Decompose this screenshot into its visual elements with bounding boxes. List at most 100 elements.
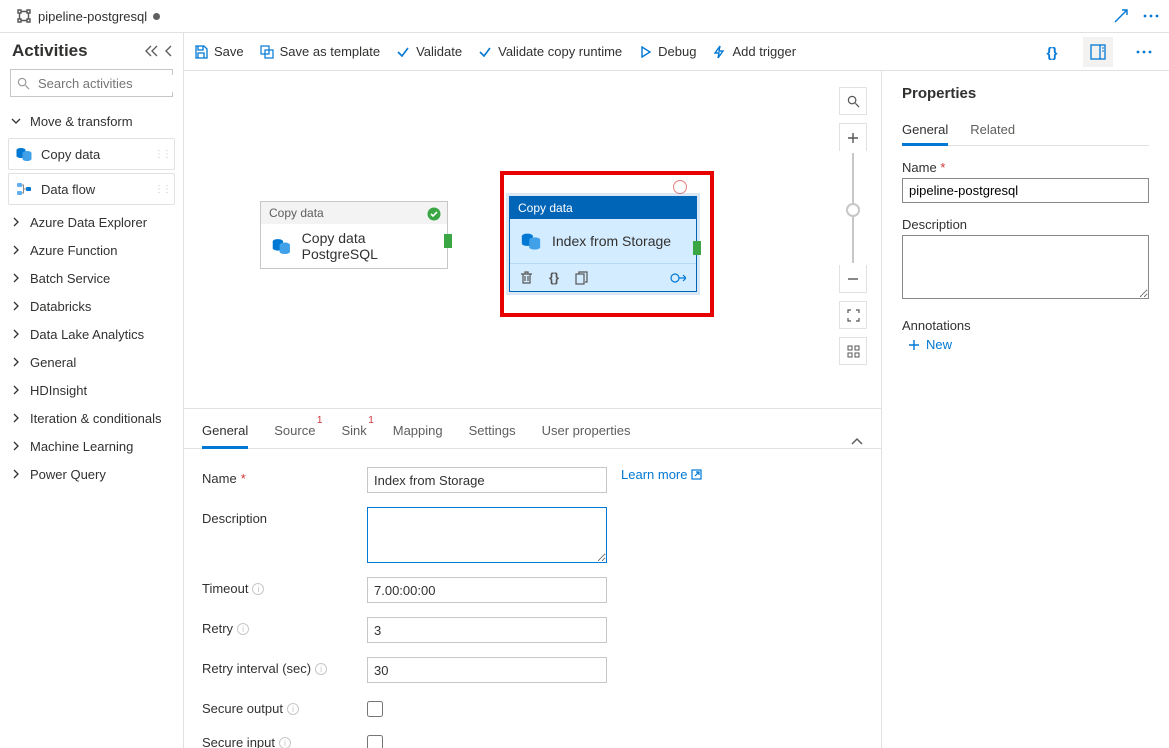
grip-icon: ⋮⋮ [154,149,170,160]
secure-output-checkbox[interactable] [367,701,383,717]
field-label-secure-out: Secure output [202,701,283,716]
cat-move-transform[interactable]: Move & transform [0,107,183,135]
field-label-name: Name [202,471,237,486]
tab-general[interactable]: General [202,415,248,448]
properties-title: Properties [902,85,1149,102]
new-annotation-button[interactable]: New [902,337,1149,352]
cat-batch-service[interactable]: Batch Service [0,264,183,292]
prop-tab-related[interactable]: Related [970,118,1015,145]
tab-mapping[interactable]: Mapping [393,415,443,448]
chevron-right-icon [10,356,22,368]
cat-databricks[interactable]: Databricks [0,292,183,320]
node-type-label: Copy data [261,202,447,224]
canvas-search-icon[interactable] [839,87,867,115]
file-tab-pipeline[interactable]: pipeline-postgresql [8,0,168,32]
cat-azure-data-explorer[interactable]: Azure Data Explorer [0,208,183,236]
validate-button[interactable]: Validate [396,44,462,59]
retry-input[interactable] [367,617,607,643]
chevron-down-icon [10,115,22,127]
zoom-out-icon[interactable] [839,265,867,293]
dirty-dot-icon [153,13,160,20]
details-tabs: General Source1 Sink1 Mapping Settings U… [184,409,881,449]
tab-sink[interactable]: Sink1 [341,415,366,448]
node-copy-postgresql[interactable]: Copy data Copy data PostgreSQL [260,201,448,269]
activity-description-input[interactable] [367,507,607,563]
field-label-retry: Retry [202,621,233,636]
delete-icon[interactable] [520,271,533,285]
pipeline-name-input[interactable] [902,178,1149,203]
save-template-button[interactable]: Save as template [260,44,380,59]
chevron-right-icon [10,384,22,396]
cat-iteration[interactable]: Iteration & conditionals [0,404,183,432]
json-view-icon[interactable]: {} [1037,37,1067,67]
properties-toggle-icon[interactable] [1083,37,1113,67]
activity-name-input[interactable] [367,467,607,493]
output-port[interactable] [444,234,452,248]
data-flow-icon [15,180,33,198]
info-icon[interactable]: i [252,583,264,595]
properties-panel: Properties General Related Name * Descri… [881,71,1169,748]
cat-power-query[interactable]: Power Query [0,460,183,488]
activities-title: Activities [12,41,88,61]
layout-icon[interactable] [839,337,867,365]
info-icon[interactable]: i [237,623,249,635]
cat-general[interactable]: General [0,348,183,376]
zoom-slider-knob[interactable] [846,203,860,217]
more-icon[interactable] [1143,8,1159,24]
prop-description-label: Description [902,217,1149,232]
file-tab-bar: pipeline-postgresql [0,0,1169,32]
zoom-slider[interactable] [852,153,854,263]
add-trigger-button[interactable]: Add trigger [712,44,796,59]
clone-icon[interactable] [575,271,588,285]
retry-interval-input[interactable] [367,657,607,683]
activity-details: General Source1 Sink1 Mapping Settings U… [184,408,881,748]
activity-data-flow[interactable]: Data flow ⋮⋮ [8,173,175,205]
output-port[interactable] [693,241,701,255]
validate-runtime-button[interactable]: Validate copy runtime [478,44,622,59]
fit-icon[interactable] [839,301,867,329]
chevron-right-icon [10,244,22,256]
code-icon[interactable]: {} [549,270,559,285]
pipeline-icon [16,8,32,24]
file-tab-label: pipeline-postgresql [38,9,147,24]
chevron-right-icon [10,412,22,424]
pipeline-canvas[interactable]: Copy data Copy data PostgreSQL [184,71,881,408]
info-icon[interactable]: i [287,703,299,715]
search-icon [17,77,30,90]
chevron-right-icon [10,300,22,312]
chevron-right-icon [10,328,22,340]
details-expand-icon[interactable] [851,436,863,448]
tab-source[interactable]: Source1 [274,415,315,448]
info-icon[interactable]: i [279,737,291,748]
info-icon[interactable]: i [315,663,327,675]
expand-icon[interactable] [1113,8,1129,24]
tab-user-props[interactable]: User properties [542,415,631,448]
activities-search[interactable] [10,69,173,97]
save-button[interactable]: Save [194,44,244,59]
run-icon[interactable] [670,271,686,285]
error-badge: 1 [317,415,323,426]
zoom-in-icon[interactable] [839,123,867,151]
chevron-left-icon[interactable] [165,45,173,57]
cat-ml[interactable]: Machine Learning [0,432,183,460]
grip-icon: ⋮⋮ [154,184,170,195]
double-chevron-left-icon[interactable] [145,45,159,57]
cat-azure-function[interactable]: Azure Function [0,236,183,264]
chevron-right-icon [10,468,22,480]
prop-name-label: Name [902,160,937,175]
prop-annotations-label: Annotations [902,318,1149,333]
activities-sidebar: Activities Move & transform [0,32,183,748]
cat-hdinsight[interactable]: HDInsight [0,376,183,404]
activity-copy-data[interactable]: Copy data ⋮⋮ [8,138,175,170]
timeout-input[interactable] [367,577,607,603]
node-index-from-storage[interactable]: Copy data Index from Storage {} [509,196,697,292]
debug-button[interactable]: Debug [638,44,696,59]
toolbar-more-icon[interactable] [1129,37,1159,67]
cat-data-lake[interactable]: Data Lake Analytics [0,320,183,348]
learn-more-link[interactable]: Learn more [621,467,702,482]
secure-input-checkbox[interactable] [367,735,383,748]
prop-tab-general[interactable]: General [902,118,948,145]
tab-settings[interactable]: Settings [469,415,516,448]
copy-data-icon [15,145,33,163]
pipeline-description-input[interactable] [902,235,1149,299]
